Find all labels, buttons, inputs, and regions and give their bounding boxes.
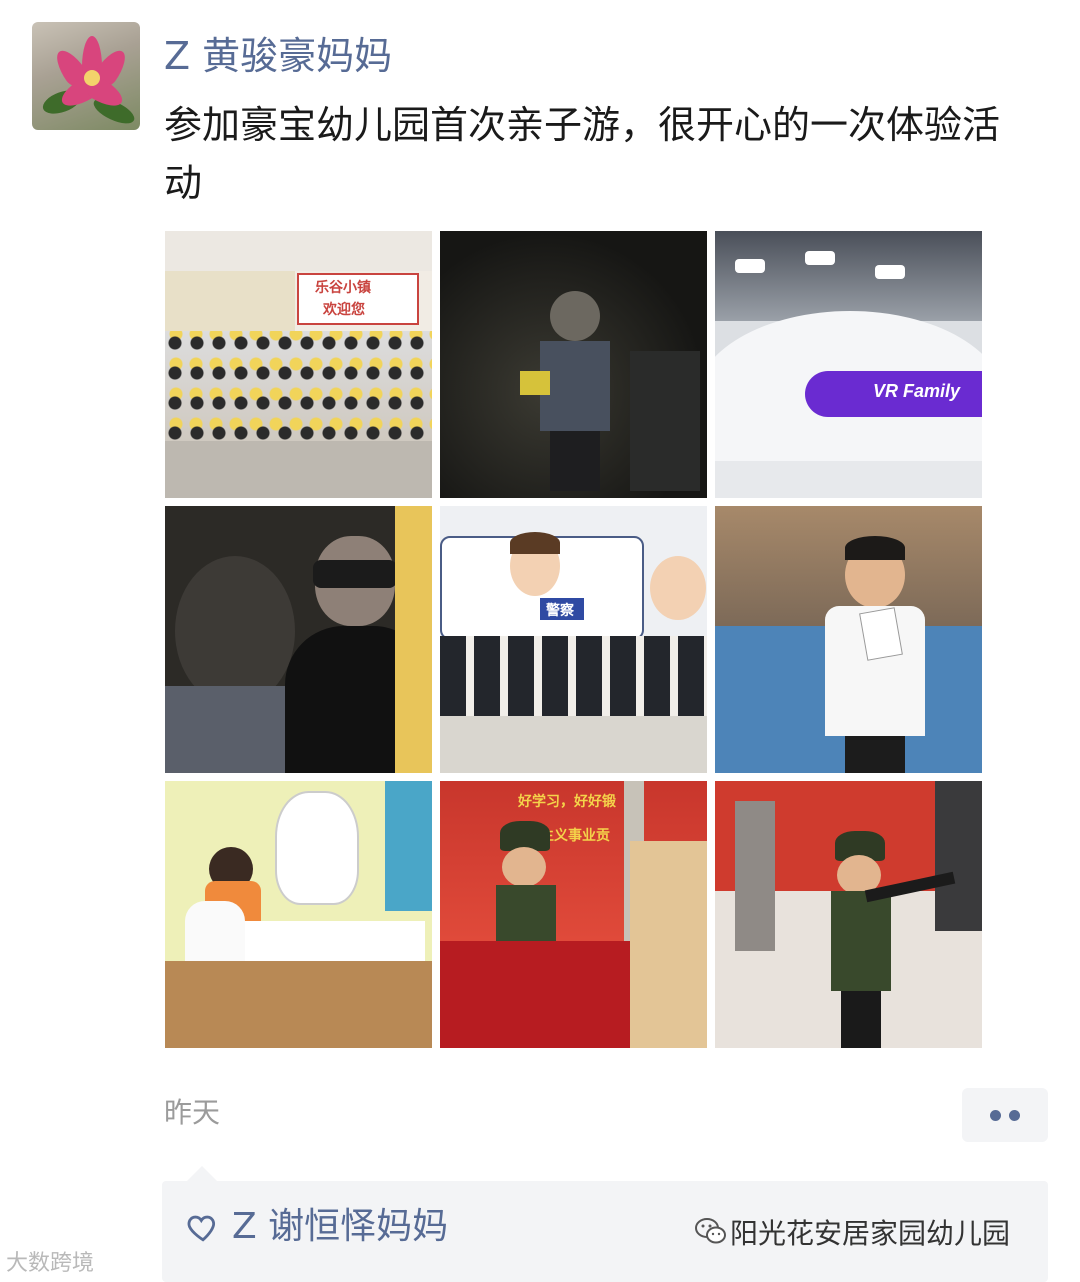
group-sign-text: 乐谷小镇 (315, 279, 371, 295)
more-options-button[interactable] (962, 1088, 1048, 1142)
photo-police-car[interactable]: 警察 (440, 506, 707, 773)
photo-boy-card[interactable] (715, 506, 982, 773)
more-dots-icon-2 (1009, 1110, 1020, 1121)
wechat-logo-icon (695, 1218, 726, 1244)
watermark-left: 大数跨境 (6, 1251, 95, 1276)
banner-text-2: 主义事业贡 (540, 827, 610, 843)
photo-soldier-gun[interactable] (715, 781, 982, 1048)
police-label: 警察 (546, 602, 574, 618)
avatar[interactable] (32, 22, 140, 130)
photo-grid: 乐谷小镇 欢迎您 VR Family 警察 好学习，好好锻 主义事业贡 (165, 231, 983, 1048)
banner-text: 好学习，好好锻 (518, 793, 616, 809)
group-sign-text-2: 欢迎您 (323, 301, 365, 317)
photo-group[interactable]: 乐谷小镇 欢迎您 (165, 231, 432, 498)
likers-names[interactable]: Z 谢恒怿妈妈 (232, 1201, 448, 1253)
more-dots-icon (990, 1110, 1001, 1121)
post-text: 参加豪宝幼儿园首次亲子游，很开心的一次体验活动 (164, 103, 1001, 205)
watermark-right: 阳光花安居家园幼儿园 (730, 1217, 1011, 1250)
photo-soldier-flag[interactable]: 好学习，好好锻 主义事业贡 (440, 781, 707, 1048)
photo-vr-headset[interactable] (165, 506, 432, 773)
photo-vr-ride[interactable]: VR Family (715, 231, 982, 498)
heart-icon (187, 1215, 216, 1242)
vr-family-label: VR Family (873, 381, 961, 401)
photo-dentist[interactable] (165, 781, 432, 1048)
post-time: 昨天 (164, 1096, 221, 1129)
photo-dark-cave[interactable] (440, 231, 707, 498)
post-author-name[interactable]: Z 黄骏豪妈妈 (164, 30, 392, 82)
likes-pointer (186, 1166, 218, 1182)
